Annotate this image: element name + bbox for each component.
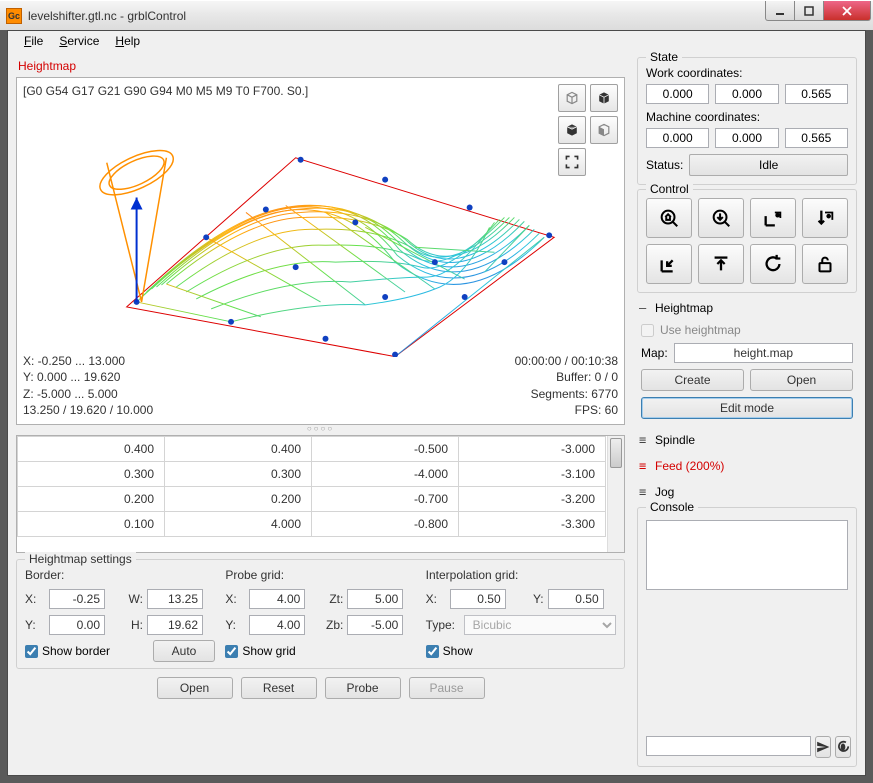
open-map-button[interactable]: Open [750, 369, 853, 391]
state-group: State Work coordinates: 0.000 0.000 0.56… [637, 57, 857, 185]
view-top-icon[interactable] [558, 116, 586, 144]
maximize-button[interactable] [794, 1, 824, 21]
view-iso-solid-icon[interactable] [590, 84, 618, 112]
view-iso-icon[interactable] [558, 84, 586, 112]
restore-origin-button[interactable] [646, 244, 692, 284]
menu-service[interactable]: Service [51, 32, 107, 50]
border-y-input[interactable] [49, 615, 105, 635]
work-y: 0.000 [715, 84, 778, 104]
z-probe-button[interactable] [698, 198, 744, 238]
viewport-coords: X: -0.250 ... 13.000 Y: 0.000 ... 19.620… [23, 353, 153, 418]
table-row: 0.4000.400-0.500-3.000 [18, 437, 606, 462]
console-group: Console [637, 507, 857, 767]
menu-file[interactable]: File [16, 32, 51, 50]
safe-z-button[interactable] [698, 244, 744, 284]
viewport-3d[interactable]: [G0 G54 G17 G21 G90 G94 M0 M5 M9 T0 F700… [16, 77, 625, 425]
window-title: levelshifter.gtl.nc - grblControl [28, 9, 766, 23]
menu-help[interactable]: Help [107, 32, 148, 50]
border-label: Border: [25, 568, 215, 582]
close-button[interactable] [823, 1, 871, 21]
heightmap-settings-group: Heightmap settings Border: X: W: Y: H: [16, 559, 625, 669]
probe-label: Probe grid: [225, 568, 415, 582]
interp-x-input[interactable] [450, 589, 506, 609]
send-command-button[interactable] [815, 736, 831, 758]
control-group: Control [637, 189, 857, 293]
border-x-input[interactable] [49, 589, 105, 609]
pause-button[interactable]: Pause [409, 677, 485, 699]
spindle-section-header[interactable]: ≡Spindle [637, 429, 857, 451]
status-value: Idle [689, 154, 848, 176]
zero-z-button[interactable] [802, 198, 848, 238]
auto-button[interactable]: Auto [153, 640, 216, 662]
viewport-stats: 00:00:00 / 00:10:38 Buffer: 0 / 0 Segmen… [515, 353, 618, 418]
reset-grbl-button[interactable] [750, 244, 796, 284]
reset-button[interactable]: Reset [241, 677, 317, 699]
titlebar[interactable]: Gc levelshifter.gtl.nc - grblControl [0, 0, 873, 30]
view-front-icon[interactable] [590, 116, 618, 144]
use-heightmap-checkbox[interactable] [641, 324, 654, 337]
probe-button[interactable]: Probe [325, 677, 401, 699]
home-button[interactable] [646, 198, 692, 238]
border-w-input[interactable] [147, 589, 203, 609]
interp-label: Interpolation grid: [426, 568, 616, 582]
console-input[interactable] [646, 736, 811, 756]
table-row: 0.3000.300-4.000-3.100 [18, 462, 606, 487]
app-icon: Gc [6, 8, 22, 24]
splitter-handle[interactable]: ○○○○ [16, 425, 625, 435]
table-row: 0.1004.000-0.800-3.300 [18, 512, 606, 537]
mach-z: 0.565 [785, 128, 848, 148]
parser-state: [G0 G54 G17 G21 G90 G94 M0 M5 M9 T0 F700… [23, 84, 308, 98]
table-row: 0.2000.200-0.700-3.200 [18, 487, 606, 512]
unlock-button[interactable] [802, 244, 848, 284]
edit-mode-button[interactable]: Edit mode [641, 397, 853, 419]
minimize-button[interactable] [765, 1, 795, 21]
heightmap-table[interactable]: 0.4000.400-0.500-3.000 0.3000.300-4.000-… [16, 435, 625, 553]
interp-y-input[interactable] [548, 589, 604, 609]
map-file-input[interactable] [674, 343, 853, 363]
mach-y: 0.000 [715, 128, 778, 148]
table-scrollbar[interactable] [607, 436, 624, 552]
mach-x: 0.000 [646, 128, 709, 148]
show-border-checkbox[interactable] [25, 645, 38, 658]
probe-y-input[interactable] [249, 615, 305, 635]
work-x: 0.000 [646, 84, 709, 104]
viewport-title: Heightmap [16, 57, 625, 77]
probe-x-input[interactable] [249, 589, 305, 609]
create-map-button[interactable]: Create [641, 369, 744, 391]
feed-section-header[interactable]: ≡Feed (200%) [637, 455, 857, 477]
menubar: File Service Help [8, 31, 865, 51]
probe-zt-input[interactable] [347, 589, 403, 609]
work-z: 0.565 [785, 84, 848, 104]
heightmap-section-header[interactable]: —Heightmap [637, 297, 857, 319]
console-output[interactable] [646, 520, 848, 590]
zero-xy-button[interactable] [750, 198, 796, 238]
show-interp-checkbox[interactable] [426, 645, 439, 658]
border-h-input[interactable] [147, 615, 203, 635]
probe-zb-input[interactable] [347, 615, 403, 635]
clear-console-button[interactable] [835, 736, 851, 758]
open-button[interactable]: Open [157, 677, 233, 699]
interp-type-select[interactable]: Bicubic [464, 615, 616, 635]
view-fit-icon[interactable] [558, 148, 586, 176]
show-grid-checkbox[interactable] [225, 645, 238, 658]
